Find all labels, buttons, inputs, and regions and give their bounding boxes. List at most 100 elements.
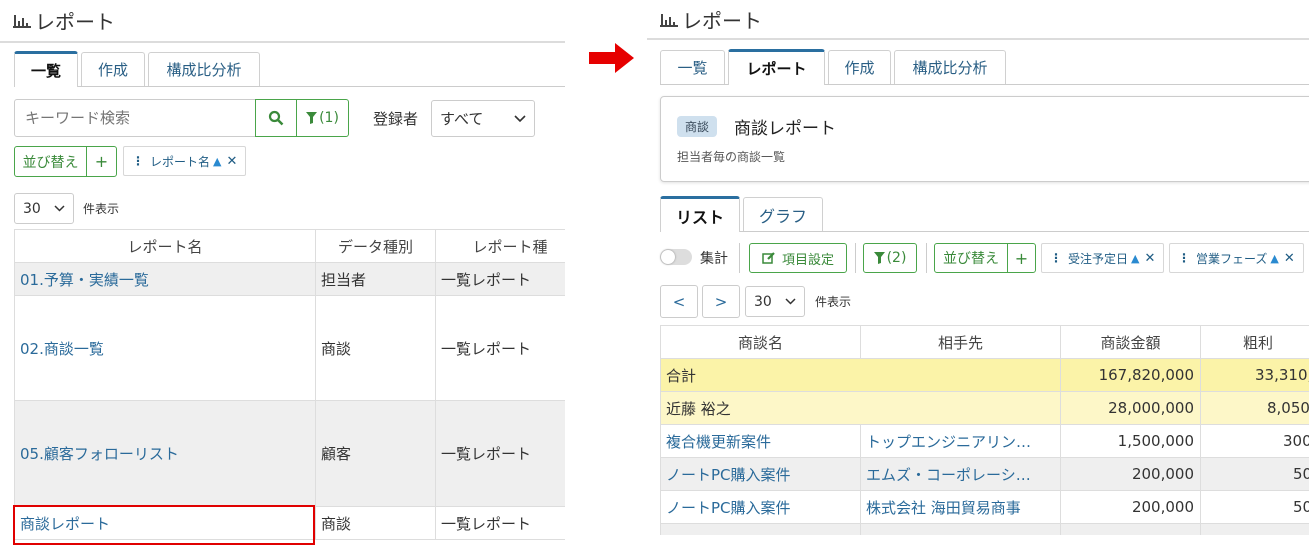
item-settings-label: 項目設定 — [781, 252, 834, 268]
filter-button[interactable]: (1) — [296, 99, 349, 137]
per-page-select[interactable]: 30 — [14, 193, 74, 224]
chevron-down-icon — [54, 205, 65, 212]
add-sort-button[interactable]: + — [86, 146, 117, 177]
search-button[interactable] — [255, 99, 297, 137]
total-toggle-label: 集計 — [700, 251, 728, 267]
next-page-button[interactable]: > — [702, 285, 740, 318]
close-icon[interactable]: ✕ — [1284, 251, 1295, 266]
chevron-down-icon — [785, 298, 796, 305]
amount-cell: 200,000 — [1060, 457, 1201, 491]
drag-handle-icon[interactable]: ⋮ — [1178, 251, 1190, 265]
total-toggle[interactable] — [660, 249, 692, 265]
per-page-select[interactable]: 30 — [745, 286, 805, 317]
edit-icon — [762, 252, 775, 264]
page-title: レポート — [35, 10, 115, 34]
filter-icon — [306, 112, 318, 124]
report-name-link[interactable]: 01.予算・実績一覧 — [14, 262, 316, 296]
filter-button[interactable]: (2) — [863, 243, 917, 273]
divider — [855, 243, 856, 273]
client-link[interactable]: 株式会社 海田貿易商事 — [860, 490, 1061, 524]
data-type-cell: 担当者 — [315, 262, 436, 296]
subtotal-row: 近藤 裕之 28,000,000 8,050,0 — [660, 391, 1309, 425]
drag-handle-icon[interactable]: ⋮ — [132, 154, 144, 168]
report-info-card: 商談 商談レポート 担当者毎の商談一覧 — [660, 96, 1309, 182]
tab-list[interactable]: 一覧 — [14, 51, 78, 87]
divider — [739, 243, 740, 273]
client-link[interactable]: トップエンジニアリン… — [860, 424, 1061, 458]
sort-chip-label: 受注予定日 — [1068, 251, 1129, 266]
sort-asc-icon: ▲ — [1270, 251, 1279, 265]
column-header[interactable]: レポート名 — [14, 229, 316, 263]
tab-create[interactable]: 作成 — [828, 50, 891, 84]
sort-chip-label: 営業フェーズ — [1196, 251, 1268, 266]
amount-cell: 1,500,000 — [1060, 424, 1201, 458]
column-header[interactable]: データ種別 — [315, 229, 436, 263]
table-row: 02.商談一覧 商談 一覧レポート — [14, 295, 565, 401]
bar-chart-icon — [13, 13, 32, 28]
report-description: 担当者毎の商談一覧 — [677, 150, 786, 164]
column-header[interactable]: 粗利 — [1200, 325, 1309, 359]
report-table: レポート名 データ種別 レポート種 01.予算・実績一覧 担当者 一覧レポート … — [14, 229, 565, 540]
deal-name-link[interactable]: ノートPC購入案件 — [660, 457, 861, 491]
keyword-search-input[interactable] — [14, 99, 256, 137]
tab-list[interactable]: 一覧 — [660, 50, 725, 84]
rep-name: 近藤 裕之 — [660, 391, 1061, 425]
filter-count: (1) — [319, 110, 339, 126]
profit-cell: 50,0 — [1200, 490, 1309, 524]
tab-list-view[interactable]: リスト — [660, 196, 740, 232]
table-header-row: レポート名 データ種別 レポート種 — [14, 229, 565, 263]
table-row: 複合機更新案件 トップエンジニアリン… 1,500,000 300,0 — [660, 424, 1309, 458]
amount-cell: 200,000 — [1060, 490, 1201, 524]
column-header[interactable]: レポート種 — [435, 229, 565, 263]
profit-cell: 33,310,0 — [1200, 358, 1309, 392]
client-link[interactable]: エムズ・コーポレーシ… — [860, 457, 1061, 491]
close-icon[interactable]: ✕ — [226, 154, 237, 169]
report-kind-cell: 一覧レポート — [435, 295, 565, 401]
tab-composition-analysis[interactable]: 構成比分析 — [894, 50, 1006, 84]
divider — [926, 243, 927, 273]
report-kind-cell: 一覧レポート — [435, 400, 565, 507]
sort-chip-label: レポート名 — [150, 154, 211, 169]
tab-create[interactable]: 作成 — [81, 52, 145, 86]
report-kind-cell: 一覧レポート — [435, 506, 565, 540]
data-type-cell: 商談 — [315, 506, 436, 540]
bar-chart-icon — [660, 12, 679, 27]
table-header-row: 商談名 相手先 商談金額 粗利 — [660, 325, 1309, 359]
amount-cell: 28,000,000 — [1060, 391, 1201, 425]
sort-button[interactable]: 並び替え — [14, 146, 87, 177]
item-settings-button[interactable]: 項目設定 — [749, 243, 847, 273]
per-page-value: 30 — [754, 293, 772, 310]
column-header[interactable]: 相手先 — [860, 325, 1061, 359]
page-header: レポート — [0, 0, 565, 43]
column-header[interactable]: 商談名 — [660, 325, 861, 359]
tab-report[interactable]: レポート — [728, 49, 825, 85]
sort-chip: ⋮ 受注予定日 ▲ ✕ — [1041, 243, 1165, 273]
profit-cell: 50,0 — [1200, 457, 1309, 491]
registrant-select[interactable]: すべて — [431, 100, 535, 137]
registrant-value: すべて — [440, 110, 484, 128]
tab-graph-view[interactable]: グラフ — [743, 197, 823, 231]
column-header[interactable]: 商談金額 — [1060, 325, 1201, 359]
close-icon[interactable]: ✕ — [1144, 251, 1155, 266]
sort-asc-icon: ▲ — [1131, 251, 1140, 265]
registrant-label: 登録者 — [373, 110, 419, 128]
table-row: 05.顧客フォローリスト 顧客 一覧レポート — [14, 400, 565, 507]
data-type-cell: 商談 — [315, 295, 436, 401]
prev-page-button[interactable]: < — [660, 285, 698, 318]
deal-name-link[interactable]: ノートPC購入案件 — [660, 490, 861, 524]
sort-button[interactable]: 並び替え — [934, 243, 1008, 273]
highlight-box — [13, 505, 315, 545]
report-list-panel: レポート 一覧 作成 構成比分析 (1) 登録者 すべて 並び替え + ⋮ レポ… — [0, 0, 565, 545]
sort-chip: ⋮ 営業フェーズ ▲ ✕ — [1169, 243, 1304, 273]
deal-name-link[interactable]: 複合機更新案件 — [660, 424, 861, 458]
add-sort-button[interactable]: + — [1007, 243, 1036, 273]
sort-asc-icon: ▲ — [213, 154, 222, 168]
report-name-link[interactable]: 05.顧客フォローリスト — [14, 400, 316, 507]
report-name-link[interactable]: 02.商談一覧 — [14, 295, 316, 401]
table-row: 01.予算・実績一覧 担当者 一覧レポート — [14, 262, 565, 296]
chevron-down-icon — [514, 114, 526, 122]
tab-composition-analysis[interactable]: 構成比分析 — [148, 52, 260, 86]
right-arrow-icon — [589, 43, 634, 73]
drag-handle-icon[interactable]: ⋮ — [1050, 251, 1062, 265]
view-tabs: リスト グラフ — [660, 196, 1309, 232]
